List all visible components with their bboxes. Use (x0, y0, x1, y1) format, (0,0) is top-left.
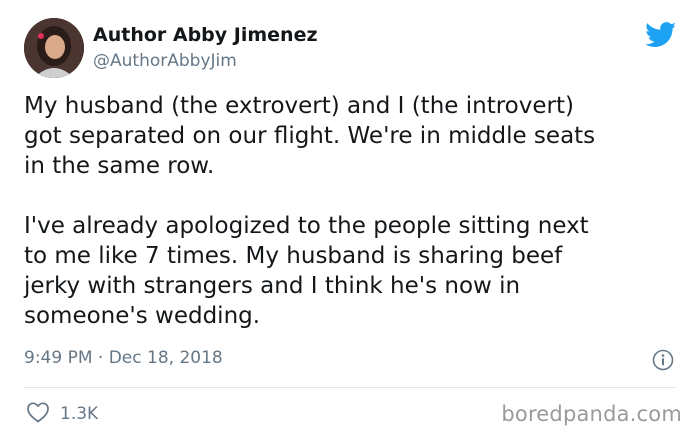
watermark: boredpanda.com (501, 402, 682, 426)
like-button[interactable]: 1.3K (26, 401, 98, 427)
twitter-bird-icon[interactable] (645, 22, 677, 48)
avatar[interactable] (24, 18, 84, 78)
tweet-timestamp[interactable]: 9:49 PM · Dec 18, 2018 (24, 348, 223, 368)
tweet-paragraph: My husband (the extrovert) and I (the in… (24, 93, 596, 179)
tweet-paragraph: I've already apologized to the people si… (24, 213, 589, 329)
divider (24, 387, 676, 388)
tweet-card: Author Abby Jimenez @AuthorAbbyJim My hu… (0, 0, 700, 441)
heart-icon[interactable] (26, 401, 50, 427)
author-name[interactable]: Author Abby Jimenez (93, 24, 318, 46)
like-count: 1.3K (60, 404, 99, 424)
info-icon[interactable] (652, 349, 674, 371)
author-handle[interactable]: @AuthorAbbyJim (93, 51, 237, 71)
tweet-body: My husband (the extrovert) and I (the in… (24, 91, 684, 331)
